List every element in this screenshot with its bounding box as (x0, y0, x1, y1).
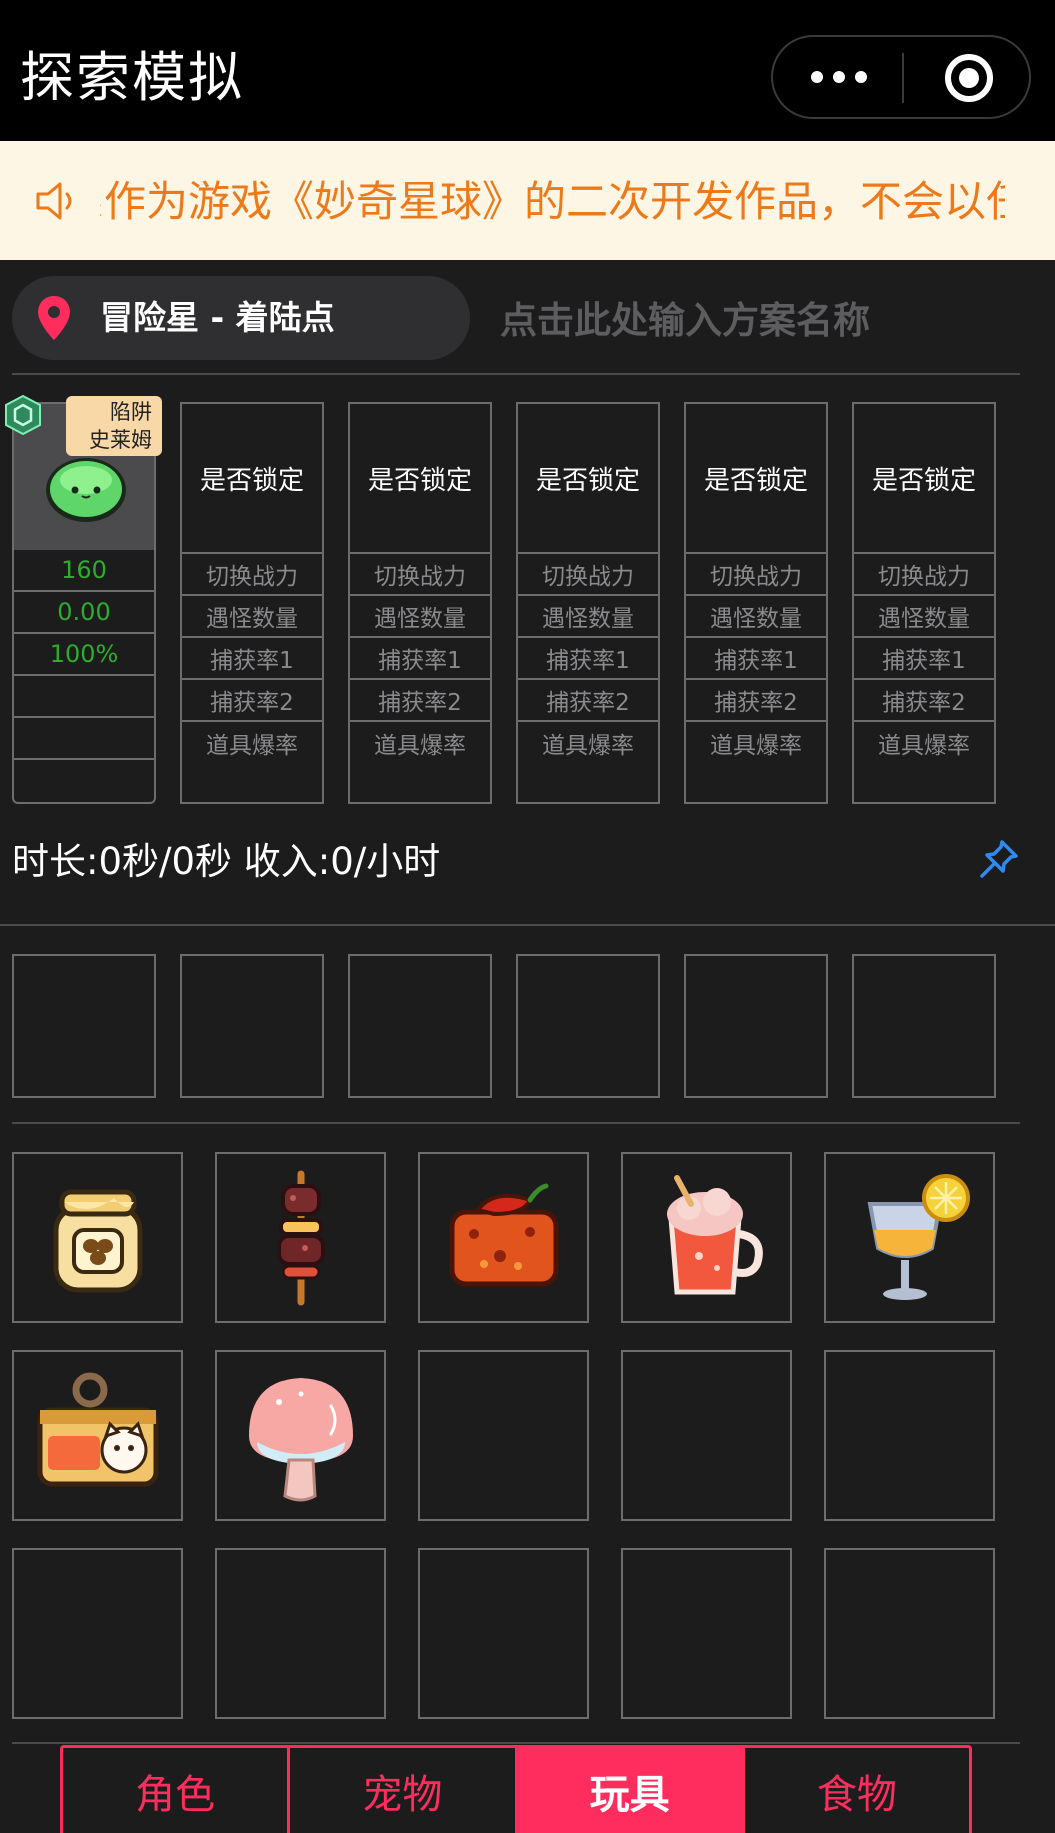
pet-stat-encounter: 0.00 (14, 592, 154, 634)
slot-row-capture1: 捕获率1 (854, 638, 994, 680)
food-item[interactable] (215, 1350, 386, 1521)
food-slot-empty[interactable] (215, 1548, 386, 1719)
lemon-drink-icon (867, 1173, 970, 1300)
slot-row-capture2: 捕获率2 (854, 680, 994, 722)
food-item[interactable] (12, 1350, 183, 1521)
slot-row-power: 切换战力 (350, 554, 490, 596)
slot-row-encounter: 遇怪数量 (518, 596, 658, 638)
pet-name-tag: 陷阱 史莱姆 (66, 396, 162, 456)
slot-row-capture1: 捕获率1 (350, 638, 490, 680)
toy-slot[interactable] (516, 954, 660, 1098)
toy-slot[interactable] (684, 954, 828, 1098)
food-slot-empty[interactable] (418, 1548, 589, 1719)
pet-stat-empty-2 (14, 718, 154, 760)
honey-jar-icon (53, 1189, 142, 1292)
slot-card[interactable]: 是否锁定 切换战力 遇怪数量 捕获率1 捕获率2 道具爆率 (684, 402, 828, 804)
location-selector[interactable]: 冒险星 - 着陆点 (12, 276, 470, 360)
page-title: 探索模拟 (20, 46, 244, 109)
slot-card[interactable]: 是否锁定 切换战力 遇怪数量 捕获率1 捕获率2 道具爆率 (180, 402, 324, 804)
pushpin-icon[interactable] (978, 838, 1020, 880)
food-item[interactable] (215, 1152, 386, 1323)
toy-slot[interactable] (852, 954, 996, 1098)
lock-toggle[interactable]: 是否锁定 (350, 404, 490, 554)
pet-stat-power: 160 (14, 550, 154, 592)
food-item[interactable] (824, 1152, 995, 1323)
location-pin-icon (38, 296, 70, 340)
pet-card[interactable]: 陷阱 史莱姆 160 0.00 100% (5, 394, 162, 804)
pet-stat-empty-1 (14, 676, 154, 718)
food-item[interactable] (621, 1152, 792, 1323)
chili-tofu-icon (449, 1183, 558, 1286)
food-slot-empty[interactable] (418, 1350, 589, 1521)
plan-name-input[interactable] (500, 290, 1020, 350)
slot-row-capture2: 捕获率2 (518, 680, 658, 722)
slot-row-capture1: 捕获率1 (518, 638, 658, 680)
location-label: 冒险星 - 着陆点 (100, 298, 335, 337)
slot-row-power: 切换战力 (686, 554, 826, 596)
food-item[interactable] (12, 1152, 183, 1323)
lock-toggle[interactable]: 是否锁定 (518, 404, 658, 554)
slot-row-power: 切换战力 (182, 554, 322, 596)
slot-card[interactable]: 是否锁定 切换战力 遇怪数量 捕获率1 捕获率2 道具爆率 (348, 402, 492, 804)
slot-row-capture2: 捕获率2 (182, 680, 322, 722)
mini-program-capsule (771, 35, 1031, 119)
meat-skewer-icon (276, 1170, 325, 1305)
notice-text: 系作为游戏《妙奇星球》的二次开发作品，不会以任何形式 (100, 177, 1005, 226)
pet-name: 史莱姆 (89, 428, 152, 452)
slot-row-capture1: 捕获率1 (182, 638, 322, 680)
tab-toy[interactable]: 玩具 (517, 1748, 745, 1833)
food-slot-empty[interactable] (621, 1548, 792, 1719)
slot-row-encounter: 遇怪数量 (350, 596, 490, 638)
slot-row-capture2: 捕获率2 (686, 680, 826, 722)
pet-trait: 陷阱 (110, 400, 152, 424)
divider (12, 1742, 1020, 1744)
slot-row-drop: 道具爆率 (878, 733, 970, 759)
divider (0, 924, 1055, 926)
slime-avatar-icon (46, 458, 126, 522)
more-dots-icon[interactable] (811, 65, 871, 89)
speaker-icon (36, 182, 72, 220)
divider (12, 1122, 1020, 1124)
hexagon-gem-icon (5, 394, 41, 436)
slot-card[interactable]: 是否锁定 切换战力 遇怪数量 捕获率1 捕获率2 道具爆率 (852, 402, 996, 804)
title-bar: 探索模拟 (0, 0, 1055, 141)
tab-food[interactable]: 食物 (745, 1748, 969, 1833)
food-item[interactable] (418, 1152, 589, 1323)
food-slot-empty[interactable] (824, 1548, 995, 1719)
category-tabs: 角色 宠物 玩具 食物 (60, 1745, 972, 1833)
lock-toggle[interactable]: 是否锁定 (686, 404, 826, 554)
slot-row-encounter: 遇怪数量 (686, 596, 826, 638)
duration-income-text: 时长:0秒/0秒 收入:0/小时 (12, 840, 441, 883)
slot-row-drop: 道具爆率 (542, 733, 634, 759)
tab-role[interactable]: 角色 (63, 1748, 291, 1833)
notice-bar: 系作为游戏《妙奇星球》的二次开发作品，不会以任何形式 (0, 141, 1055, 260)
food-slot-empty[interactable] (12, 1548, 183, 1719)
toy-slot[interactable] (12, 954, 156, 1098)
tab-pet[interactable]: 宠物 (290, 1748, 518, 1833)
slot-row-capture2: 捕获率2 (350, 680, 490, 722)
target-circle-icon[interactable] (945, 54, 993, 102)
milkshake-mug-icon (666, 1174, 763, 1294)
slot-row-power: 切换战力 (518, 554, 658, 596)
toy-slot[interactable] (180, 954, 324, 1098)
cat-can-icon (37, 1372, 158, 1486)
slot-row-power: 切换战力 (854, 554, 994, 596)
lock-toggle[interactable]: 是否锁定 (854, 404, 994, 554)
capsule-divider (902, 53, 904, 103)
toy-slot[interactable] (348, 954, 492, 1098)
food-slot-empty[interactable] (621, 1350, 792, 1521)
slot-card[interactable]: 是否锁定 切换战力 遇怪数量 捕获率1 捕获率2 道具爆率 (516, 402, 660, 804)
notice-marquee: 系作为游戏《妙奇星球》的二次开发作品，不会以任何形式 (100, 141, 1005, 260)
pet-stat-capture: 100% (14, 634, 154, 676)
slot-row-capture1: 捕获率1 (686, 638, 826, 680)
slot-row-drop: 道具爆率 (374, 733, 466, 759)
slot-row-encounter: 遇怪数量 (854, 596, 994, 638)
slot-row-drop: 道具爆率 (710, 733, 802, 759)
lock-toggle[interactable]: 是否锁定 (182, 404, 322, 554)
slot-row-encounter: 遇怪数量 (182, 596, 322, 638)
mushroom-icon (248, 1377, 353, 1501)
food-slot-empty[interactable] (824, 1350, 995, 1521)
divider (12, 373, 1020, 375)
slot-row-drop: 道具爆率 (206, 733, 298, 759)
